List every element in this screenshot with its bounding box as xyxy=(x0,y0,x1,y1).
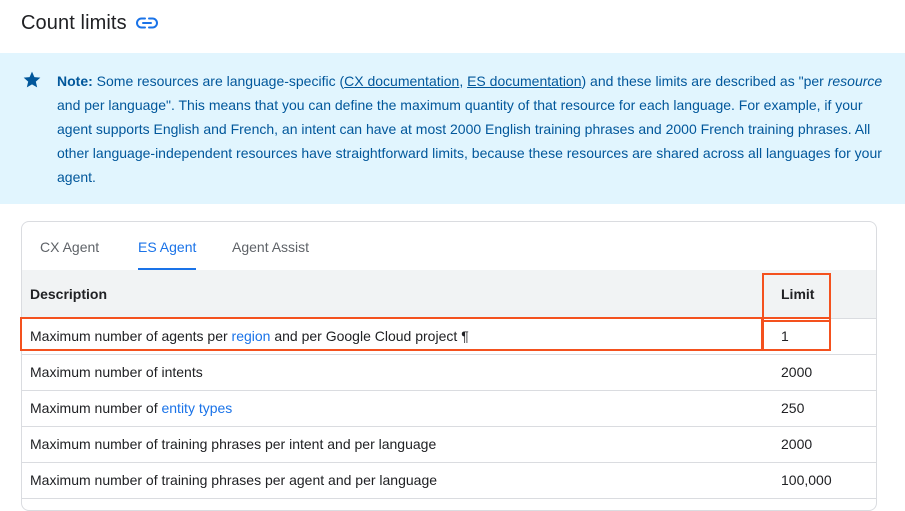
row-description: Maximum number of training phrases per a… xyxy=(30,472,438,488)
row-description: Maximum number of agents per region and … xyxy=(30,319,469,354)
table-row: Maximum number of training phrases per a… xyxy=(22,463,876,499)
description-text: Maximum number of xyxy=(30,400,162,416)
note-text-part: and per language". This means that you c… xyxy=(57,97,882,185)
description-text: Maximum number of agents per xyxy=(30,328,232,344)
es-documentation-link[interactable]: ES documentation xyxy=(467,73,581,89)
limits-table: Description Limit Maximum number of agen… xyxy=(22,270,876,499)
row-limit: 1 xyxy=(781,328,789,344)
note-emphasis: resource xyxy=(827,73,883,89)
page-title: Count limits xyxy=(21,11,127,34)
description-text: and per Google Cloud project xyxy=(270,328,458,344)
row-limit: 2000 xyxy=(781,364,813,380)
table-row: Maximum number of agents per region and … xyxy=(22,319,876,355)
table-row: Maximum number of training phrases per i… xyxy=(22,427,876,463)
row-limit: 250 xyxy=(781,400,805,416)
header-description: Description xyxy=(30,286,108,302)
note-separator: , xyxy=(459,73,468,89)
note-text-part: Some resources are language-specific ( xyxy=(92,73,345,89)
tab-es-agent[interactable]: ES Agent xyxy=(138,222,197,270)
row-description: Maximum number of intents xyxy=(30,364,203,380)
section-heading: Count limits xyxy=(21,10,158,36)
note-callout: Note: Some resources are language-specif… xyxy=(0,53,905,204)
region-link[interactable]: region xyxy=(232,328,271,344)
table-row: Maximum number of entity types 250 xyxy=(22,391,876,427)
table-row: Maximum number of intents 2000 xyxy=(22,355,876,391)
entity-types-link[interactable]: entity types xyxy=(161,400,232,416)
anchor-link[interactable]: ¶ xyxy=(461,328,469,344)
table-header: Description Limit xyxy=(22,270,876,319)
note-label: Note: xyxy=(57,73,93,89)
tab-cx-agent[interactable]: CX Agent xyxy=(40,222,99,270)
cx-documentation-link[interactable]: CX documentation xyxy=(344,73,459,89)
limits-card: CX Agent ES Agent Agent Assist Descripti… xyxy=(21,221,877,511)
tab-agent-assist[interactable]: Agent Assist xyxy=(232,222,309,270)
header-limit: Limit xyxy=(781,286,815,302)
row-description: Maximum number of entity types xyxy=(30,391,232,426)
row-description: Maximum number of training phrases per i… xyxy=(30,436,437,452)
note-text: Note: Some resources are language-specif… xyxy=(57,69,887,189)
agent-tabs: CX Agent ES Agent Agent Assist xyxy=(22,222,876,270)
row-limit: 2000 xyxy=(781,436,813,452)
star-icon xyxy=(22,70,42,95)
row-limit: 100,000 xyxy=(781,472,832,488)
note-text-part: ) and these limits are described as "per xyxy=(581,73,828,89)
link-icon[interactable] xyxy=(135,17,158,29)
